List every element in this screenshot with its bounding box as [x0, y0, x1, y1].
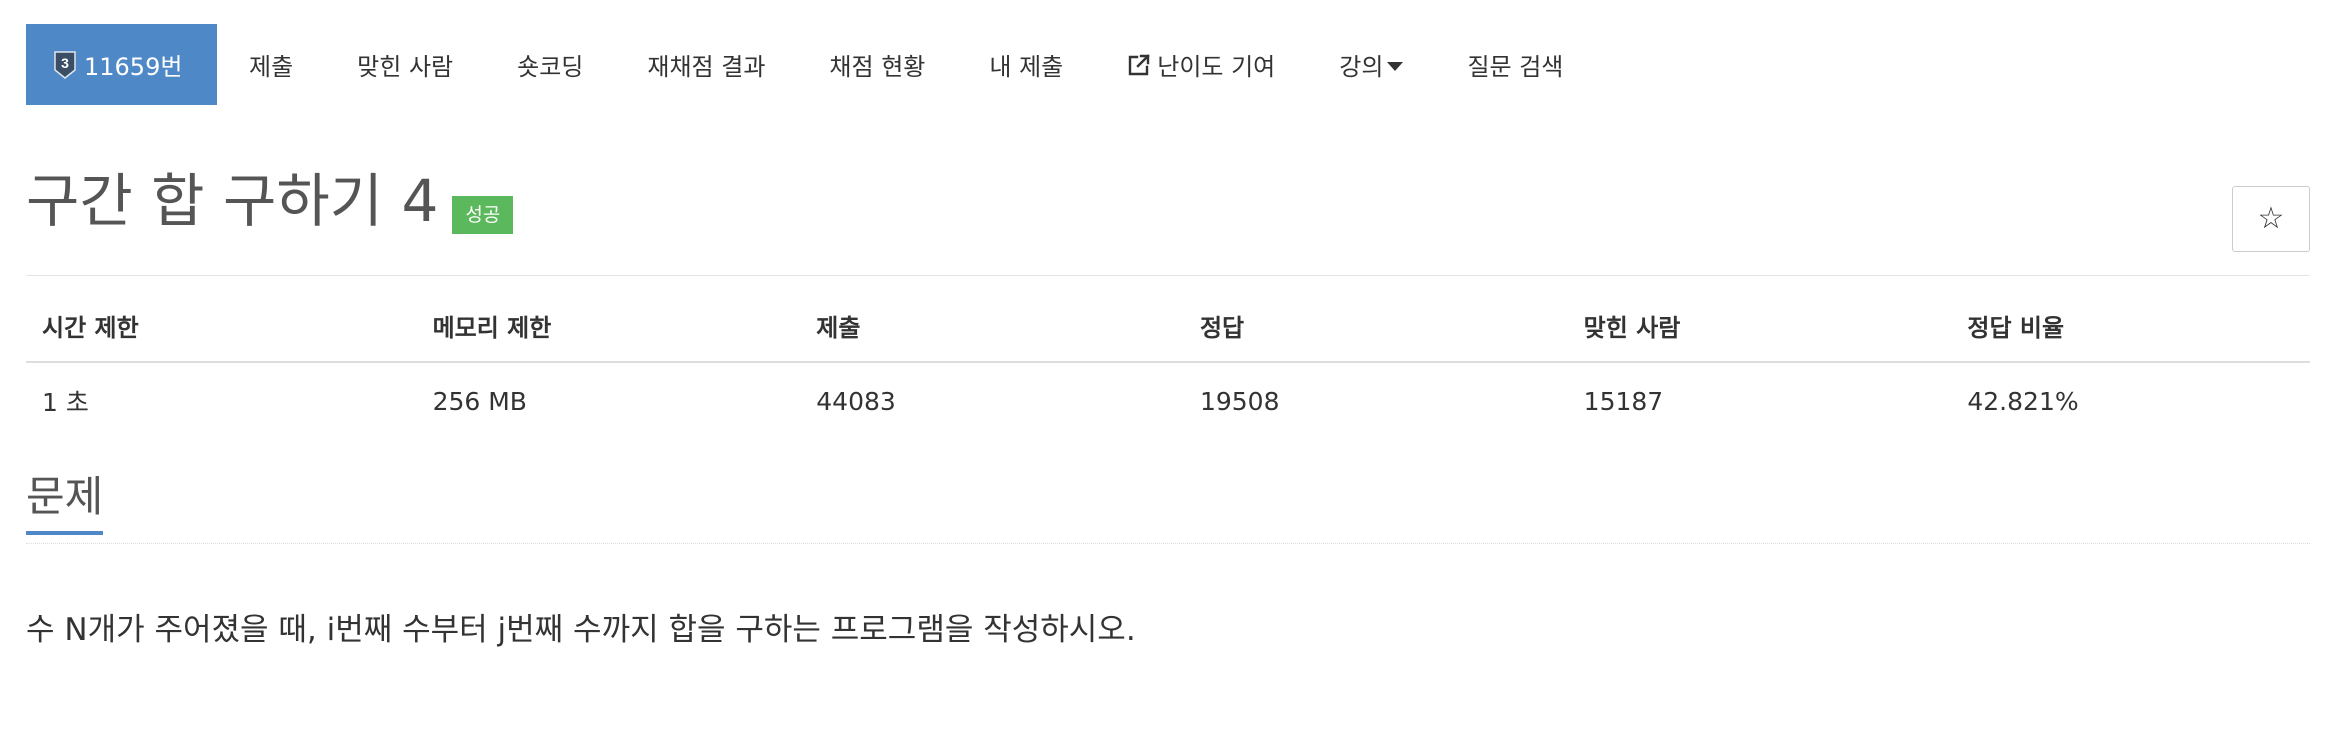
- status-badge: 성공: [452, 196, 514, 234]
- header-memory-limit: 메모리 제한: [416, 308, 801, 363]
- problem-header: 구간 합 구하기 4 성공: [26, 105, 2310, 276]
- tab-my-submissions[interactable]: 내 제출: [957, 24, 1095, 105]
- problem-nav: 3 11659번 제출 맞힌 사람 숏코딩 재채점 결과 채점 현황 내 제출: [26, 24, 2310, 105]
- header-accepted: 정답: [1183, 308, 1568, 363]
- tab-difficulty-contribution[interactable]: 난이도 기여: [1095, 24, 1307, 105]
- problem-title: 구간 합 구하기 4: [26, 167, 439, 235]
- header-solved-users: 맞힌 사람: [1567, 308, 1952, 363]
- tab-rejudge-results-label: 재채점 결과: [647, 53, 766, 81]
- section-heading: 문제: [26, 474, 104, 536]
- tab-problem-number-label: 11659번: [84, 53, 183, 81]
- problem-page: 3 11659번 제출 맞힌 사람 숏코딩 재채점 결과 채점 현황 내 제출: [26, 24, 2310, 649]
- svg-text:3: 3: [61, 55, 69, 71]
- value-time-limit: 1 초: [42, 388, 89, 417]
- tab-short-coding-label: 숏코딩: [517, 53, 584, 81]
- value-accepted: 19508: [1199, 386, 1280, 416]
- caret-down-icon: [1387, 62, 1404, 71]
- favorite-button[interactable]: ☆: [2232, 186, 2310, 252]
- value-memory-limit: 256 MB: [432, 386, 527, 416]
- tab-question-search[interactable]: 질문 검색: [1435, 24, 1595, 105]
- tab-question-search-label: 질문 검색: [1467, 53, 1564, 81]
- problem-description: 수 N개가 주어졌을 때, i번째 수부터 j번째 수까지 합을 구하는 프로그…: [26, 612, 1136, 648]
- tab-solved-users[interactable]: 맞힌 사람: [325, 24, 485, 105]
- problem-section-header: 문제: [26, 474, 2310, 544]
- problem-title-group: 구간 합 구하기 4 성공: [26, 167, 514, 235]
- tab-my-submissions-label: 내 제출: [989, 53, 1064, 81]
- tab-problem-number[interactable]: 3 11659번: [26, 24, 217, 105]
- value-accept-ratio: 42.821%: [1967, 386, 2079, 416]
- header-submissions: 제출: [800, 308, 1184, 363]
- tab-judge-status-label: 채점 현황: [829, 53, 926, 81]
- table-header-row: 시간 제한 메모리 제한 제출 정답 맞힌 사람 정답 비율: [26, 308, 2310, 363]
- value-solved-users: 15187: [1583, 386, 1664, 416]
- tab-submit-label: 제출: [249, 53, 294, 81]
- value-submissions: 44083: [816, 386, 896, 416]
- external-link-icon: [1127, 53, 1151, 77]
- tab-solved-users-label: 맞힌 사람: [357, 53, 454, 81]
- table-row: 1 초 256 MB 44083 19508 15187 42.821%: [26, 362, 2310, 435]
- header-time-limit: 시간 제한: [26, 308, 417, 363]
- problem-info-table: 시간 제한 메모리 제한 제출 정답 맞힌 사람 정답 비율 1 초 256 M…: [26, 308, 2310, 435]
- tab-submit[interactable]: 제출: [217, 24, 325, 105]
- tab-rejudge-results[interactable]: 재채점 결과: [615, 24, 797, 105]
- tab-lectures-dropdown[interactable]: 강의: [1307, 24, 1435, 105]
- tab-lectures-label: 강의: [1339, 53, 1384, 81]
- header-accept-ratio: 정답 비율: [1951, 308, 2310, 363]
- tab-difficulty-contribution-label: 난이도 기여: [1157, 53, 1276, 81]
- star-icon: ☆: [2257, 201, 2285, 236]
- tab-judge-status[interactable]: 채점 현황: [797, 24, 957, 105]
- tier-badge-icon: 3: [54, 50, 76, 79]
- tab-short-coding[interactable]: 숏코딩: [485, 24, 615, 105]
